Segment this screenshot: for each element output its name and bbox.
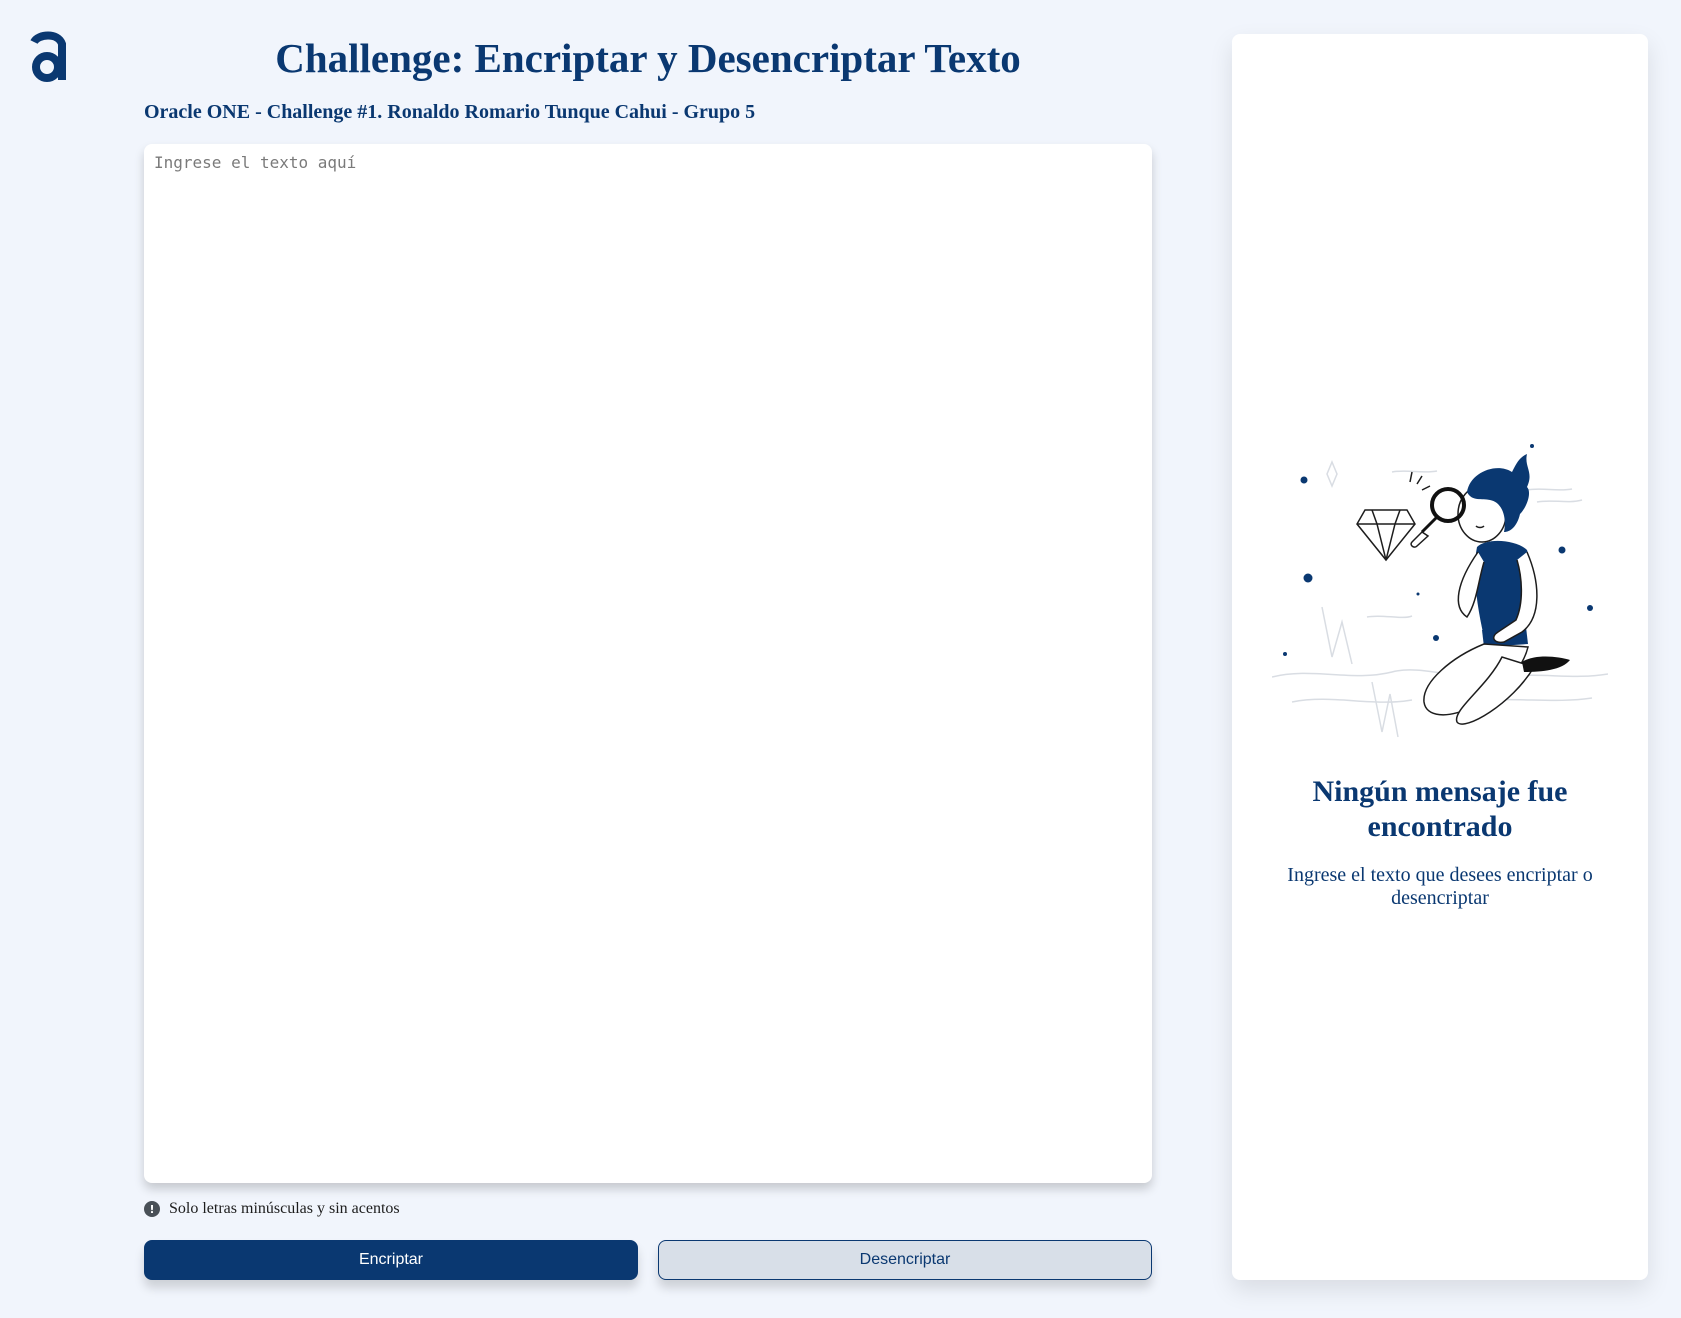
empty-state-text: Ingrese el texto que desees encriptar o … bbox=[1287, 864, 1593, 909]
output-panel: Ningún mensaje fue encontrado Ingrese el… bbox=[1232, 34, 1648, 1280]
encrypt-button[interactable]: Encriptar bbox=[144, 1240, 638, 1280]
empty-state-title: Ningún mensaje fue encontrado bbox=[1312, 775, 1568, 843]
decrypt-button[interactable]: Desencriptar bbox=[658, 1240, 1152, 1280]
person-with-magnifying-glass-illustration bbox=[1272, 444, 1608, 738]
page-title: Challenge: Encriptar y Desencriptar Text… bbox=[275, 35, 1021, 81]
exclamation-circle-icon: ! bbox=[144, 1201, 160, 1217]
alura-logo-icon bbox=[30, 31, 66, 82]
page-subtitle: Oracle ONE - Challenge #1. Ronaldo Romar… bbox=[144, 101, 756, 123]
text-input[interactable] bbox=[144, 144, 1152, 1183]
hint-message: ! Solo letras minúsculas y sin acentos bbox=[144, 1200, 400, 1218]
hint-text: Solo letras minúsculas y sin acentos bbox=[169, 1200, 400, 1217]
